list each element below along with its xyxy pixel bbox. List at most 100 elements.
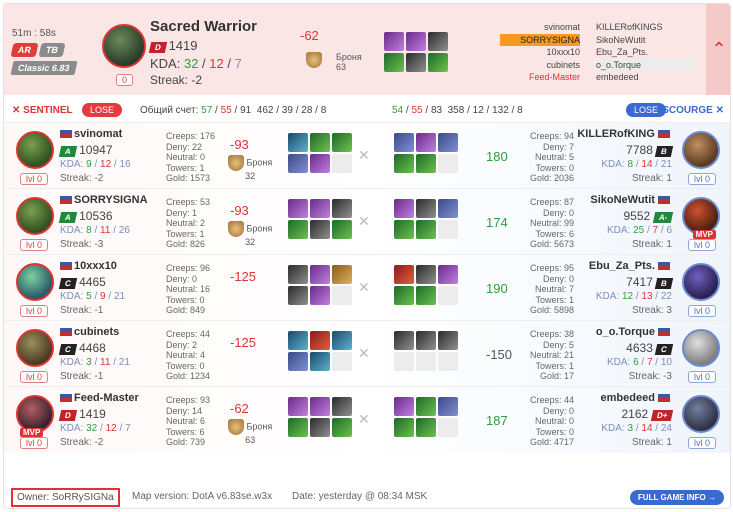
hero-name: Sacred Warrior — [150, 18, 257, 35]
versus-icon: ✕ — [358, 279, 370, 295]
items-grid — [394, 331, 458, 371]
damage-value: 190 — [486, 281, 508, 296]
scourge-label: SCOURGE ✕ — [662, 105, 724, 116]
roster-right: KILLERofKINGS SikoNeWutit Ebu_Za_Pts. o_… — [596, 21, 696, 84]
streak-value: Streak: -2 — [60, 437, 104, 448]
armor-icon — [306, 52, 322, 68]
match-date: Date: yesterday @ 08:34 MSK — [292, 491, 428, 502]
player-stats: Creeps: 44 Deny: 0 Neutral: 0 Towers: 0 Gold… — [529, 395, 574, 447]
streak-value: Streak: 3 — [631, 305, 672, 316]
player-name[interactable]: SORRYSIGNA — [60, 194, 148, 206]
items-grid — [384, 32, 448, 72]
player-name[interactable]: SikoNeWutit — [590, 194, 672, 206]
player-stats: Creeps: 95 Deny: 0 Neutral: 7 Towers: 1 Gold… — [529, 263, 574, 315]
player-name[interactable]: svinomat — [60, 128, 122, 140]
classic-badge: Classic 6.83 — [10, 61, 78, 75]
kda-line: KDA: 3 / 11 / 21 — [60, 357, 130, 368]
armor-block: Броня 63 — [228, 419, 272, 445]
mode-badge-tb: TB — [38, 43, 66, 57]
player-stats: Creeps: 38 Deny: 5 Neutral: 21 Towers: 1 Gol… — [529, 329, 574, 381]
items-grid — [288, 199, 352, 239]
mmr-value: 2162 D+ — [622, 407, 674, 421]
level-badge: 0 — [116, 74, 134, 86]
kda-line: KDA: 8 / 11 / 26 — [60, 225, 130, 236]
match-duration: 51m : 58s — [12, 28, 56, 39]
player-row: lvl 0 svinomat A 10947 KDA: 9 / 12 / 16 Stre… — [4, 122, 730, 189]
player-name[interactable]: o_o.Torque — [596, 326, 672, 338]
streak-value: Streak: -3 — [628, 371, 672, 382]
owner-label: Owner: SoRRySIGNa — [11, 488, 120, 507]
damage-value: -93 — [230, 203, 249, 218]
items-grid — [394, 133, 458, 173]
versus-icon: ✕ — [358, 213, 370, 229]
match-header[interactable]: 51m : 58s AR TB Classic 6.83 0 Sacred Wa… — [4, 4, 730, 95]
items-grid — [394, 199, 458, 239]
streak-value: Streak: -2 — [150, 73, 203, 87]
mmr-value: A 10536 — [58, 209, 113, 223]
player-stats: Creeps: 53 Deny: 1 Neutral: 2 Towers: 1 Gold… — [166, 197, 211, 249]
match-card: 51m : 58s AR TB Classic 6.83 0 Sacred Wa… — [3, 3, 731, 509]
damage-value: -93 — [230, 137, 249, 152]
player-stats: Creeps: 94 Deny: 7 Neutral: 5 Towers: 0 Gold… — [529, 131, 574, 183]
versus-icon: ✕ — [358, 345, 370, 361]
scourge-lose-badge: LOSE — [626, 103, 667, 117]
player-name[interactable]: Ebu_Za_Pts. — [589, 260, 672, 272]
streak-value: Streak: 1 — [631, 437, 672, 448]
player-row: lvl 0 cubinets C 4468 KDA: 3 / 11 / 21 Strea… — [4, 320, 730, 387]
level-badge: lvl 0 — [20, 371, 49, 383]
full-game-info-button[interactable]: FULL GAME INFO → — [629, 490, 724, 505]
chevron-up-icon[interactable]: ⌃ — [706, 4, 730, 95]
player-stats: Creeps: 176 Deny: 22 Neutral: 0 Towers: 1 Go… — [166, 131, 216, 183]
versus-icon: ✕ — [358, 411, 370, 427]
match-footer: Owner: SoRRySIGNa Map version: DotA v6.8… — [4, 486, 730, 508]
player-stats: Creeps: 44 Deny: 2 Neutral: 4 Towers: 0 Gold… — [166, 329, 211, 381]
armor-block: Броня 63 — [336, 52, 362, 72]
player-name[interactable]: Feed-Master — [60, 392, 139, 404]
level-badge: lvl 0 — [687, 305, 716, 317]
damage-value: -150 — [486, 347, 513, 362]
mvp-badge: MVP — [692, 230, 716, 239]
rank-badge: D — [148, 42, 167, 53]
sentinel-score: Общий счет: 57 / 55 / 91 462 / 39 / 28 /… — [140, 105, 327, 116]
level-badge: lvl 0 — [20, 239, 49, 251]
mmr-value: C 4468 — [58, 341, 106, 355]
hero-avatar — [682, 329, 720, 367]
player-stats: Creeps: 87 Deny: 0 Neutral: 99 Towers: 6 Gol… — [529, 197, 574, 249]
hero-avatar — [16, 131, 54, 169]
level-badge: lvl 0 — [20, 305, 49, 317]
damage-value: -125 — [230, 269, 257, 284]
player-name[interactable]: cubinets — [60, 326, 119, 338]
mmr-value: D 1419 — [58, 407, 106, 421]
level-badge: lvl 0 — [20, 173, 49, 185]
hero-avatar — [102, 24, 146, 68]
damage-value: 180 — [486, 149, 508, 164]
level-badge: lvl 0 — [687, 371, 716, 383]
items-grid — [288, 265, 352, 305]
streak-value: Streak: 1 — [631, 239, 672, 250]
player-name[interactable]: 10xxx10 — [60, 260, 117, 272]
kda-line: KDA: 8 / 14 / 21 — [601, 159, 672, 170]
sentinel-label: ✕ SENTINEL — [12, 105, 73, 116]
kda-line: KDA: 32 / 12 / 7 — [60, 423, 131, 434]
kda-line: KDA: 5 / 9 / 21 — [60, 291, 126, 302]
player-name[interactable]: KILLERofKING — [577, 128, 672, 140]
mvp-badge: MVP — [20, 428, 44, 437]
hero-avatar — [682, 263, 720, 301]
streak-value: Streak: -1 — [60, 371, 104, 382]
player-summary: Sacred Warrior D 1419 KDA: 32 / 12 / 7 S… — [148, 18, 257, 87]
player-name[interactable]: embedeed — [601, 392, 672, 404]
streak-value: Streak: -3 — [60, 239, 104, 250]
team-summary: ✕ SENTINEL LOSE Общий счет: 57 / 55 / 91… — [4, 100, 730, 122]
items-grid — [394, 265, 458, 305]
player-stats: Creeps: 93 Deny: 14 Neutral: 6 Towers: 6 Gol… — [166, 395, 211, 447]
streak-value: Streak: -1 — [60, 305, 104, 316]
mmr-value: 1419 — [168, 38, 198, 53]
mmr-value: 9552 A- — [624, 209, 674, 223]
sentinel-lose-badge: LOSE — [82, 103, 123, 117]
hero-avatar — [16, 263, 54, 301]
map-version: Map version: DotA v6.83se.w3x — [132, 491, 273, 502]
mmr-value: C 4465 — [58, 275, 106, 289]
items-grid — [288, 397, 352, 437]
streak-value: Streak: -2 — [60, 173, 104, 184]
versus-icon: ✕ — [358, 147, 370, 163]
